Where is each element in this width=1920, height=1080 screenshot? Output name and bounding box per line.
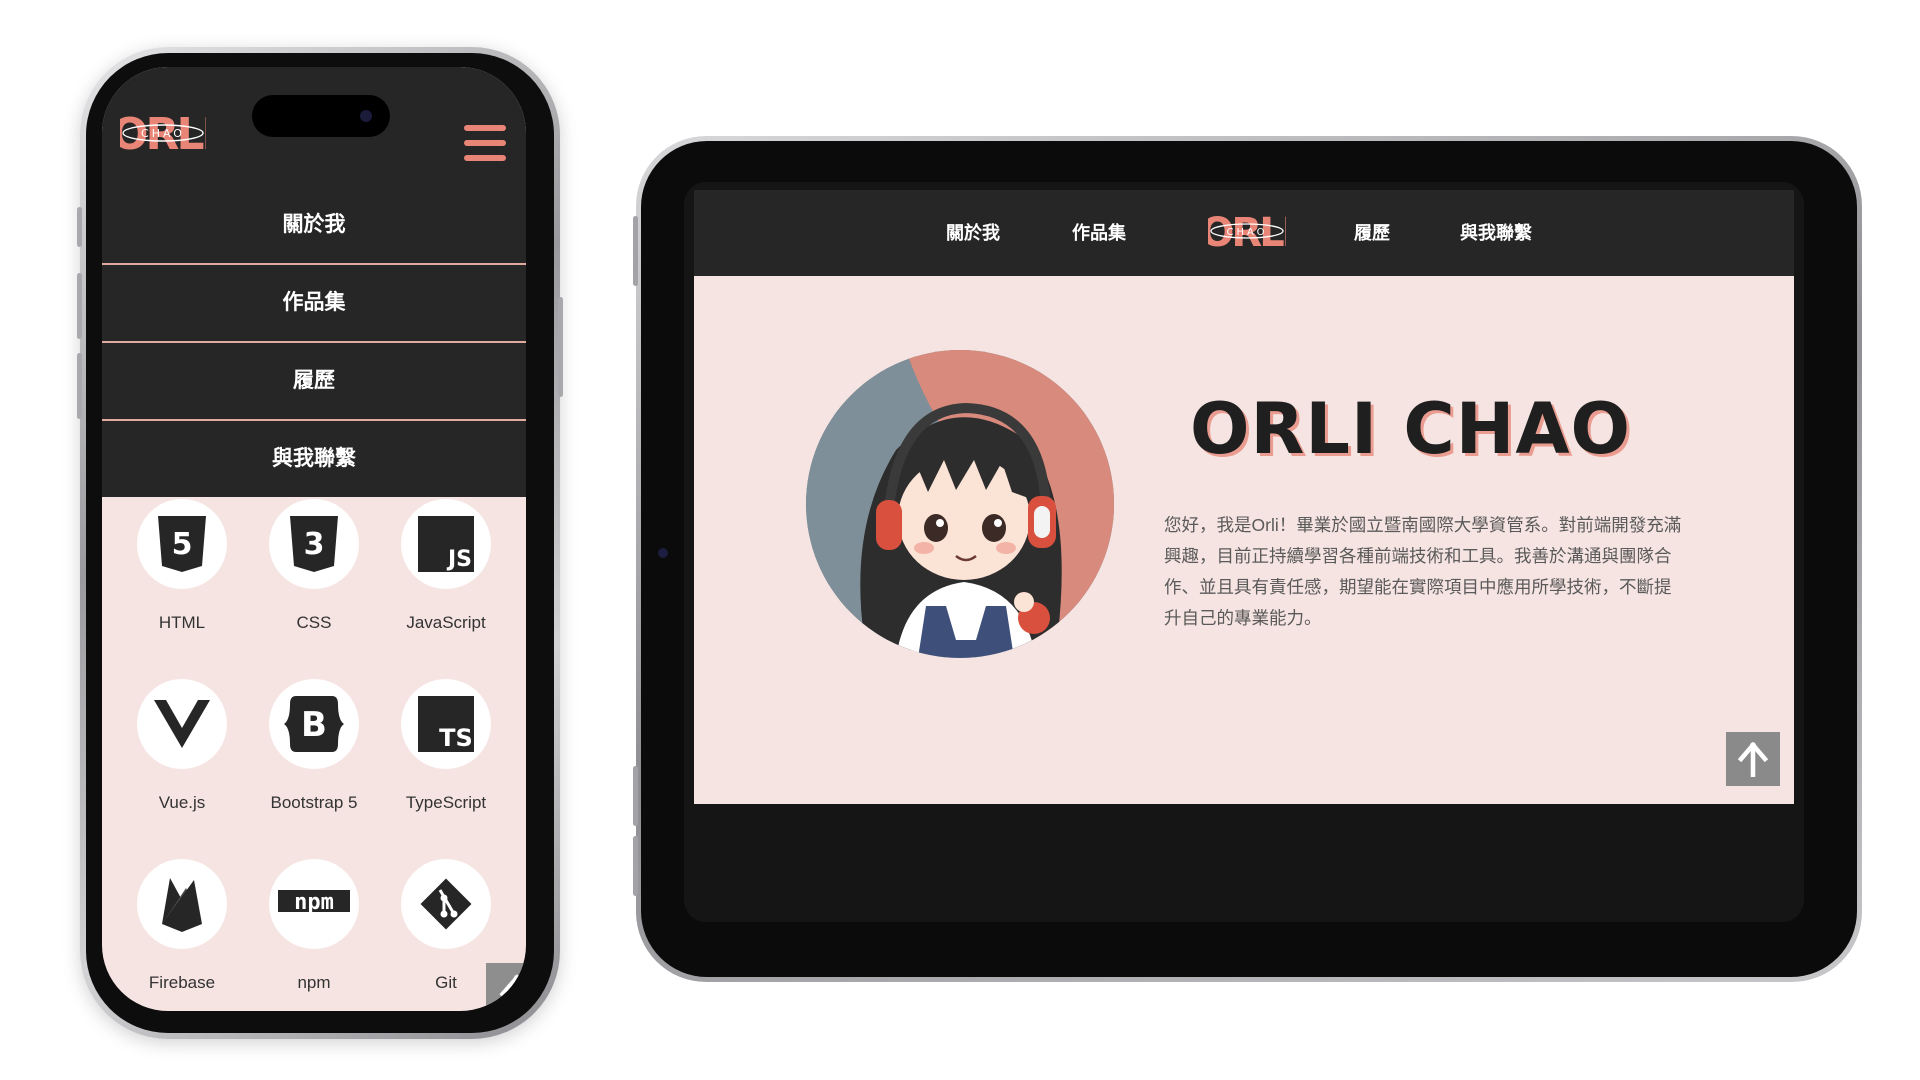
camera-icon (658, 548, 668, 558)
svg-text:B: B (301, 705, 327, 745)
desktop-navbar: 關於我 作品集 ORLI CHAO 履歷 與我聯繫 (694, 190, 1794, 276)
dynamic-island (252, 95, 390, 137)
skill-bootstrap: B Bootstrap 5 (246, 679, 382, 813)
svg-text:5: 5 (172, 527, 193, 562)
skill-label: Vue.js (158, 793, 206, 812)
skill-label: TypeScript (405, 793, 487, 812)
bootstrap-icon: B (269, 679, 359, 769)
tablet-side-button (633, 766, 638, 826)
arrow-up-icon (499, 974, 526, 1011)
firebase-icon (137, 859, 227, 949)
tablet-screen: 關於我 作品集 ORLI CHAO 履歷 與我聯繫 (694, 190, 1794, 890)
back-to-top-button[interactable] (486, 963, 526, 1011)
vue-icon (137, 679, 227, 769)
camera-icon (360, 110, 372, 122)
site-logo[interactable]: ORLI CHAO (111, 103, 218, 163)
skill-label: JavaScript (406, 613, 486, 632)
tablet-volume-button (633, 216, 638, 286)
phone-volume-up-button (77, 273, 82, 339)
phone-volume-down-button (77, 353, 82, 419)
html5-icon: 5 (137, 499, 227, 589)
phone-screen: ORLI CHAO 關於我 作品集 履歷 與我聯繫 5 (102, 67, 526, 1011)
skill-vue: Vue.js (114, 679, 250, 813)
tablet-mockup: 關於我 作品集 ORLI CHAO 履歷 與我聯繫 (633, 136, 1862, 982)
skill-css: 3 CSS (246, 499, 382, 633)
javascript-icon: JS (401, 499, 491, 589)
logo-subtext: CHAO (1226, 227, 1267, 238)
phone-mockup: ORLI CHAO 關於我 作品集 履歷 與我聯繫 5 (77, 47, 563, 1039)
svg-text:npm: npm (294, 890, 334, 915)
css3-icon: 3 (269, 499, 359, 589)
mobile-nav-menu: 關於我 作品集 履歷 與我聯繫 (102, 187, 526, 497)
typescript-icon: TS (401, 679, 491, 769)
mobile-nav-portfolio[interactable]: 作品集 (102, 265, 526, 343)
hamburger-icon[interactable] (464, 125, 506, 163)
skill-label: CSS (296, 613, 332, 632)
skill-label: HTML (158, 613, 206, 632)
mobile-nav-resume[interactable]: 履歷 (102, 343, 526, 421)
mobile-nav-contact[interactable]: 與我聯繫 (102, 421, 526, 497)
nav-contact[interactable]: 與我聯繫 (1460, 190, 1532, 276)
skill-firebase: Firebase (114, 859, 250, 993)
profile-avatar (806, 350, 1114, 658)
tablet-side-button-2 (633, 836, 638, 896)
skill-npm: npm npm (246, 859, 382, 993)
nav-about[interactable]: 關於我 (946, 190, 1000, 276)
svg-text:JS: JS (446, 547, 472, 572)
tablet-bottom-bar (694, 804, 1794, 890)
nav-resume[interactable]: 履歷 (1354, 190, 1390, 276)
git-icon (401, 859, 491, 949)
nav-portfolio[interactable]: 作品集 (1072, 190, 1126, 276)
svg-text:3: 3 (304, 527, 325, 562)
hero-name: ORLI CHAO (1190, 388, 1632, 470)
skill-html: 5 HTML (114, 499, 250, 633)
skill-label: Firebase (148, 973, 216, 992)
phone-action-button (77, 207, 82, 247)
logo-subtext: CHAO (141, 127, 185, 140)
skill-typescript: TS TypeScript (378, 679, 514, 813)
back-to-top-button[interactable] (1726, 732, 1780, 786)
site-logo[interactable]: ORLI CHAO (1200, 202, 1296, 258)
svg-text:TS: TS (439, 724, 473, 752)
mobile-header: ORLI CHAO (102, 67, 526, 187)
hero-bio: 您好，我是Orli！畢業於國立暨南國際大學資管系。對前端開發充滿興趣，目前正持續… (1164, 515, 1682, 628)
mobile-nav-about[interactable]: 關於我 (102, 187, 526, 265)
skill-label: Bootstrap 5 (270, 793, 358, 812)
skill-javascript: JS JavaScript (378, 499, 514, 633)
arrow-up-icon (1737, 741, 1769, 777)
skill-label: npm (297, 973, 331, 992)
npm-icon: npm (269, 859, 359, 949)
phone-power-button (558, 297, 563, 397)
